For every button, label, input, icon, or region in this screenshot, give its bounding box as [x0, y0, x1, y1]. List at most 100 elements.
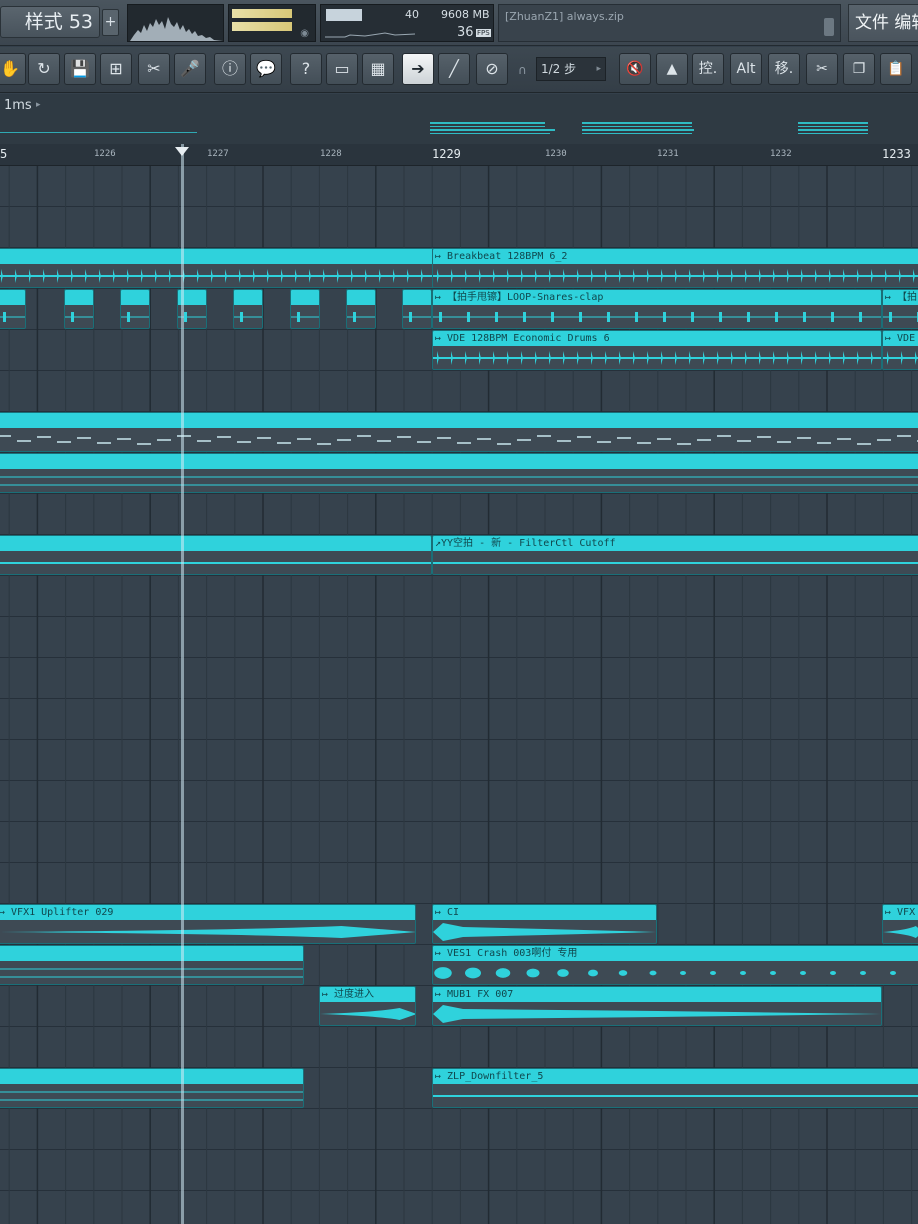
audio-clip[interactable]: ↦ VDE — [882, 330, 918, 370]
playlist-track[interactable] — [0, 1150, 918, 1191]
alt-button[interactable]: Alt — [730, 53, 762, 85]
stamp-icon[interactable]: ▲ — [656, 53, 688, 85]
top-bar: 样式 53 + ◉ 40 9608 MB 36 FPS [ZhuanZ1] al… — [0, 0, 918, 46]
audio-clip[interactable]: ↦ ZLP_Downfilter_5 — [432, 1068, 918, 1108]
playhead-marker[interactable] — [175, 147, 189, 156]
audio-clip[interactable]: ↦ VES1 Crash 003啊付 专用 — [432, 945, 918, 985]
memory-value: 9608 MB — [441, 8, 490, 21]
playlist-track[interactable] — [0, 1027, 918, 1068]
audio-clip[interactable]: ↦ CI — [432, 904, 657, 944]
ruler-bar-label: 1229 — [432, 147, 461, 161]
audio-clip[interactable] — [120, 289, 150, 329]
link-icon[interactable]: ⊘ — [476, 53, 508, 85]
playlist-track[interactable] — [0, 207, 918, 248]
mic-icon[interactable]: 🎤 — [174, 53, 206, 85]
audio-clip[interactable] — [64, 289, 94, 329]
audio-clip[interactable] — [0, 248, 436, 288]
cut-icon[interactable]: ✂ — [138, 53, 170, 85]
ruler-bar-label: 1231 — [657, 149, 679, 159]
add-pattern-button[interactable]: + — [102, 9, 119, 36]
playlist-track[interactable] — [0, 822, 918, 863]
clip-waveform — [0, 435, 918, 445]
playlist-track[interactable] — [0, 166, 918, 207]
clip-title — [234, 290, 262, 305]
audio-clip[interactable]: ↗YY空拍 - 新 - FilterCtl Cutoff — [432, 535, 918, 575]
clip-title: ↦ VES1 Crash 003啊付 专用 — [433, 946, 918, 961]
piano-icon[interactable]: ▦ — [362, 53, 394, 85]
trash-icon[interactable] — [824, 18, 834, 36]
mute-icon[interactable]: 🔇 — [619, 53, 651, 85]
audio-clip[interactable] — [0, 289, 26, 329]
audio-clip[interactable]: ↦ VFX — [882, 904, 918, 944]
marker-icon[interactable]: ⊞ — [100, 53, 132, 85]
track-grid — [8, 166, 913, 207]
hint-bar: [ZhuanZ1] always.zip — [498, 4, 841, 42]
audio-clip[interactable]: ↦ 【拍手甩镲】LOOP-Snares-clap — [432, 289, 882, 329]
clip-title — [403, 290, 431, 305]
track-grid — [8, 1027, 913, 1068]
audio-clip[interactable]: ↦ VFX1 Uplifter 029 — [0, 904, 416, 944]
track-grid — [8, 494, 913, 535]
hand-icon[interactable]: ✋ — [0, 53, 26, 85]
playlist-track[interactable] — [0, 617, 918, 658]
playlist-track[interactable] — [0, 781, 918, 822]
clip-waveform — [433, 562, 918, 564]
snap-selector[interactable]: 1/2 步 ▸ — [536, 57, 606, 81]
brush-icon[interactable]: ╱ — [438, 53, 470, 85]
audio-clip[interactable] — [0, 412, 918, 452]
audio-clip[interactable]: ↦ MUB1 FX 007 — [432, 986, 882, 1026]
ruler-bar-label: 1232 — [770, 149, 792, 159]
master-volume-meter: ◉ — [228, 4, 316, 42]
audio-clip[interactable]: ↦ 过度进入 — [319, 986, 416, 1026]
copy-icon[interactable]: ❐ — [843, 53, 875, 85]
arrow-icon[interactable]: ➔ — [402, 53, 434, 85]
clip-waveform — [433, 269, 918, 283]
playlist-track[interactable] — [0, 576, 918, 617]
audio-clip[interactable] — [0, 1068, 304, 1108]
playlist-track[interactable] — [0, 494, 918, 535]
timeline-ruler[interactable]: 5 1226 1227 1228 1229 1230 1231 1232 1233 — [0, 144, 918, 166]
audio-clip[interactable]: ↦ Breakbeat 128BPM 6_2 — [432, 248, 918, 288]
clip-waveform — [433, 923, 656, 941]
clip-title — [0, 454, 918, 469]
playlist-track[interactable] — [0, 371, 918, 412]
playlist-track[interactable] — [0, 1191, 918, 1224]
audio-clip[interactable]: ↦ 【拍 — [882, 289, 918, 329]
song-overview[interactable] — [0, 118, 918, 138]
control-button[interactable]: 控. — [692, 53, 724, 85]
info-icon[interactable]: ⓘ — [214, 53, 246, 85]
playlist-track[interactable] — [0, 740, 918, 781]
audio-clip[interactable] — [402, 289, 432, 329]
playlist-track[interactable] — [0, 863, 918, 904]
time-label: 1ms — [4, 98, 32, 113]
headphone-icon: ∩ — [518, 63, 527, 77]
playlist-track[interactable] — [0, 699, 918, 740]
paste-icon[interactable]: 📋 — [880, 53, 912, 85]
track-grid — [8, 822, 913, 863]
audio-clip[interactable] — [0, 945, 304, 985]
fps-badge: FPS — [476, 29, 491, 37]
audio-clip[interactable]: ↦ VDE 128BPM Economic Drums 6 — [432, 330, 882, 370]
clip-title — [347, 290, 375, 305]
eye-icon[interactable]: ◉ — [300, 28, 309, 39]
main-menu[interactable]: 文件 编辑 — [848, 4, 918, 42]
audio-clip[interactable] — [233, 289, 263, 329]
track-grid — [8, 1191, 913, 1224]
playhead[interactable] — [181, 144, 184, 1224]
clip-waveform — [291, 312, 319, 322]
pattern-selector[interactable]: 样式 53 — [0, 6, 100, 38]
audio-clip[interactable] — [0, 453, 918, 493]
scissors-icon[interactable]: ✂ — [806, 53, 838, 85]
browser-icon[interactable]: ▭ — [326, 53, 358, 85]
save-icon[interactable]: 💾 — [64, 53, 96, 85]
audio-clip[interactable] — [346, 289, 376, 329]
playlist-track[interactable] — [0, 658, 918, 699]
loop-icon[interactable]: ↻ — [28, 53, 60, 85]
playlist-track[interactable] — [0, 1109, 918, 1150]
track-grid — [8, 863, 913, 904]
audio-clip[interactable] — [290, 289, 320, 329]
move-button[interactable]: 移. — [768, 53, 800, 85]
chat-icon[interactable]: 💬 — [250, 53, 282, 85]
help-icon[interactable]: ? — [290, 53, 322, 85]
audio-clip[interactable] — [0, 535, 432, 575]
